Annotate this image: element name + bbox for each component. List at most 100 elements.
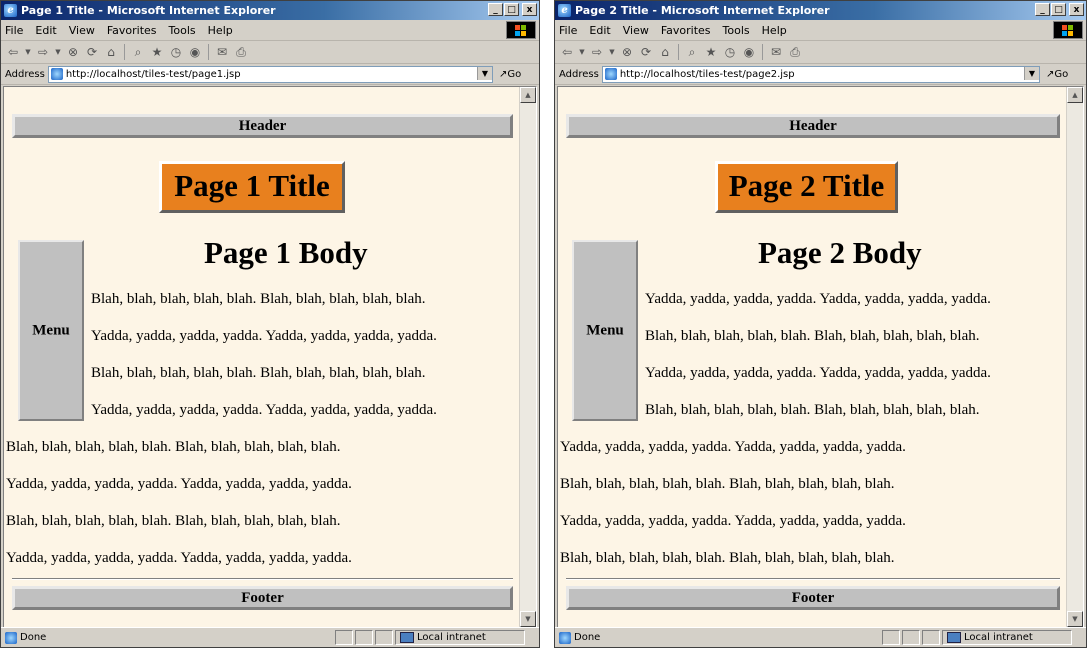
browser-window-page1: e Page 1 Title - Microsoft Internet Expl…: [0, 0, 540, 648]
minimize-icon[interactable]: _: [1035, 3, 1050, 16]
vertical-scrollbar[interactable]: ▲ ▼: [519, 87, 536, 627]
go-label: Go: [1054, 68, 1069, 80]
status-bar: Done Local intranet: [1, 627, 539, 647]
body-line: Yadda, yadda, yadda, yadda. Yadda, yadda…: [6, 550, 352, 566]
forward-icon[interactable]: ⇨: [35, 44, 51, 60]
status-text: Done: [574, 632, 601, 643]
maximize-icon[interactable]: □: [504, 3, 519, 16]
divider: [12, 578, 513, 580]
page-icon: [50, 68, 63, 80]
address-input[interactable]: http://localhost/tiles-test/page2.jsp ▼: [601, 65, 1040, 83]
go-label: Go: [507, 68, 522, 80]
ie-icon: e: [4, 4, 17, 17]
body-heading: Page 2 Body: [758, 235, 922, 270]
print-icon[interactable]: ⎙: [233, 44, 249, 60]
page-menu-label: Menu: [32, 322, 70, 338]
home-icon[interactable]: ⌂: [657, 44, 673, 60]
dropdown-arrow-icon[interactable]: ▼: [24, 44, 32, 60]
zone-label: Local intranet: [417, 632, 486, 643]
menu-view[interactable]: View: [69, 24, 95, 37]
security-zone[interactable]: Local intranet: [942, 630, 1072, 645]
chevron-down-icon[interactable]: ▼: [477, 66, 492, 80]
menu-view[interactable]: View: [623, 24, 649, 37]
stop-icon[interactable]: ⊗: [65, 44, 81, 60]
menu-file[interactable]: File: [5, 24, 23, 37]
close-icon[interactable]: x: [1069, 3, 1084, 16]
address-url[interactable]: http://localhost/tiles-test/page2.jsp: [620, 69, 795, 80]
menu-favorites[interactable]: Favorites: [661, 24, 711, 37]
toolbar-separator: [208, 44, 209, 60]
back-icon[interactable]: ⇦: [559, 44, 575, 60]
status-cell: [902, 630, 920, 645]
menu-tools[interactable]: Tools: [169, 24, 196, 37]
menu-help[interactable]: Help: [208, 24, 233, 37]
status-cell: [882, 630, 900, 645]
menu-tools[interactable]: Tools: [723, 24, 750, 37]
status-cell: [922, 630, 940, 645]
body-line: Yadda, yadda, yadda, yadda. Yadda, yadda…: [560, 439, 906, 455]
page-viewport[interactable]: Header Page 2 Title Menu Page 2 Body Yad…: [557, 86, 1084, 628]
favorites-icon[interactable]: ★: [149, 44, 165, 60]
go-button[interactable]: ↗Go: [1040, 69, 1086, 80]
page-menu: Menu: [18, 240, 84, 421]
mail-icon[interactable]: ✉: [768, 44, 784, 60]
page-viewport[interactable]: Header Page 1 Title Menu Page 1 Body Bla…: [3, 86, 537, 628]
search-icon[interactable]: ⌕: [684, 44, 700, 60]
dropdown-arrow-icon[interactable]: ▼: [608, 44, 616, 60]
title-bar[interactable]: e Page 1 Title - Microsoft Internet Expl…: [1, 1, 539, 20]
chevron-down-icon[interactable]: ▼: [1024, 66, 1039, 80]
scroll-down-icon[interactable]: ▼: [1067, 611, 1083, 627]
refresh-icon[interactable]: ⟳: [84, 44, 100, 60]
dropdown-arrow-icon[interactable]: ▼: [54, 44, 62, 60]
zone-label: Local intranet: [964, 632, 1033, 643]
favorites-icon[interactable]: ★: [703, 44, 719, 60]
menu-edit[interactable]: Edit: [35, 24, 56, 37]
back-icon[interactable]: ⇦: [5, 44, 21, 60]
maximize-icon[interactable]: □: [1051, 3, 1066, 16]
body-line: Yadda, yadda, yadda, yadda. Yadda, yadda…: [560, 513, 906, 529]
print-icon[interactable]: ⎙: [787, 44, 803, 60]
body-line: Blah, blah, blah, blah, blah. Blah, blah…: [645, 328, 980, 344]
home-icon[interactable]: ⌂: [103, 44, 119, 60]
address-url[interactable]: http://localhost/tiles-test/page1.jsp: [66, 69, 241, 80]
dropdown-arrow-icon[interactable]: ▼: [578, 44, 586, 60]
body-line: Blah, blah, blah, blah, blah. Blah, blah…: [560, 550, 895, 566]
address-bar: Address http://localhost/tiles-test/page…: [1, 64, 539, 85]
history-icon[interactable]: ◷: [168, 44, 184, 60]
body-line: Blah, blah, blah, blah, blah. Blah, blah…: [560, 476, 895, 492]
scroll-up-icon[interactable]: ▲: [1067, 87, 1083, 103]
status-text: Done: [20, 632, 47, 643]
go-button[interactable]: ↗Go: [493, 69, 539, 80]
page-title: Page 2 Title: [715, 161, 898, 213]
menu-file[interactable]: File: [559, 24, 577, 37]
toolbar-separator: [124, 44, 125, 60]
security-zone[interactable]: Local intranet: [395, 630, 525, 645]
search-icon[interactable]: ⌕: [130, 44, 146, 60]
page-header: Header: [566, 114, 1060, 138]
menu-help[interactable]: Help: [762, 24, 787, 37]
menu-edit[interactable]: Edit: [589, 24, 610, 37]
title-bar[interactable]: e Page 2 Title - Microsoft Internet Expl…: [555, 1, 1086, 20]
stop-icon[interactable]: ⊗: [619, 44, 635, 60]
address-label: Address: [559, 68, 599, 80]
address-input[interactable]: http://localhost/tiles-test/page1.jsp ▼: [47, 65, 493, 83]
scroll-up-icon[interactable]: ▲: [520, 87, 536, 103]
body-line: Yadda, yadda, yadda, yadda. Yadda, yadda…: [6, 476, 352, 492]
mail-icon[interactable]: ✉: [214, 44, 230, 60]
address-label: Address: [5, 68, 45, 80]
vertical-scrollbar[interactable]: ▲ ▼: [1066, 87, 1083, 627]
minimize-icon[interactable]: _: [488, 3, 503, 16]
menu-favorites[interactable]: Favorites: [107, 24, 157, 37]
intranet-icon: [400, 632, 414, 643]
close-icon[interactable]: x: [522, 3, 537, 16]
scroll-down-icon[interactable]: ▼: [520, 611, 536, 627]
toolbar: ⇦ ▼ ⇨ ▼ ⊗ ⟳ ⌂ ⌕ ★ ◷ ◉ ✉ ⎙: [1, 41, 539, 64]
media-icon[interactable]: ◉: [741, 44, 757, 60]
history-icon[interactable]: ◷: [722, 44, 738, 60]
divider: [566, 578, 1060, 580]
body-line: Yadda, yadda, yadda, yadda. Yadda, yadda…: [91, 402, 437, 418]
media-icon[interactable]: ◉: [187, 44, 203, 60]
refresh-icon[interactable]: ⟳: [638, 44, 654, 60]
forward-icon[interactable]: ⇨: [589, 44, 605, 60]
body-line: Yadda, yadda, yadda, yadda. Yadda, yadda…: [645, 365, 991, 381]
